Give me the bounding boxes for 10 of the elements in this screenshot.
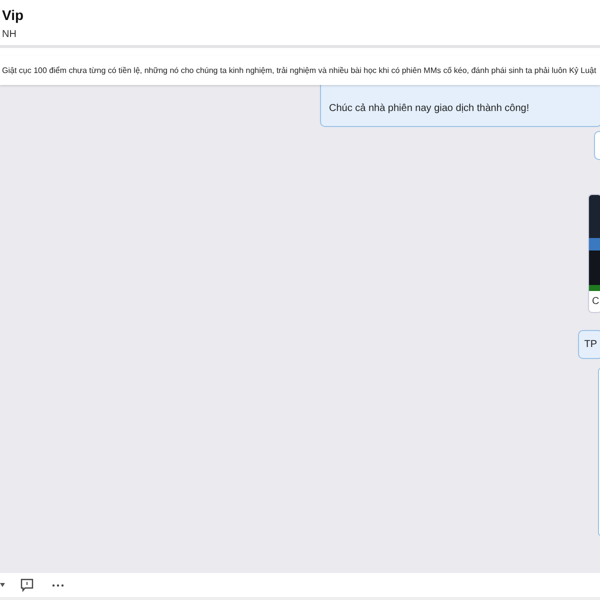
- more-icon[interactable]: [52, 584, 64, 586]
- message-text: Chúc cả nhà phiên nay giao dịch thành công!: [329, 103, 530, 114]
- image-message[interactable]: C: [588, 194, 600, 313]
- chat-subtitle: NH: [2, 29, 18, 40]
- message-text: TP: [584, 339, 597, 350]
- chat-title: Vip: [2, 7, 24, 23]
- caret-icon[interactable]: [0, 583, 5, 587]
- comment-icon[interactable]: [20, 578, 34, 592]
- pinned-message[interactable]: Giật cục 100 điểm chưa từng có tiền lệ, những nó cho chúng ta kinh nghiệm, trải nghiệm và nhiều bài học khi có phiên MMs cố kéo, đánh phái sinh ta phải luôn Kỷ Luật: [2, 66, 596, 75]
- image-caption: C: [591, 295, 600, 309]
